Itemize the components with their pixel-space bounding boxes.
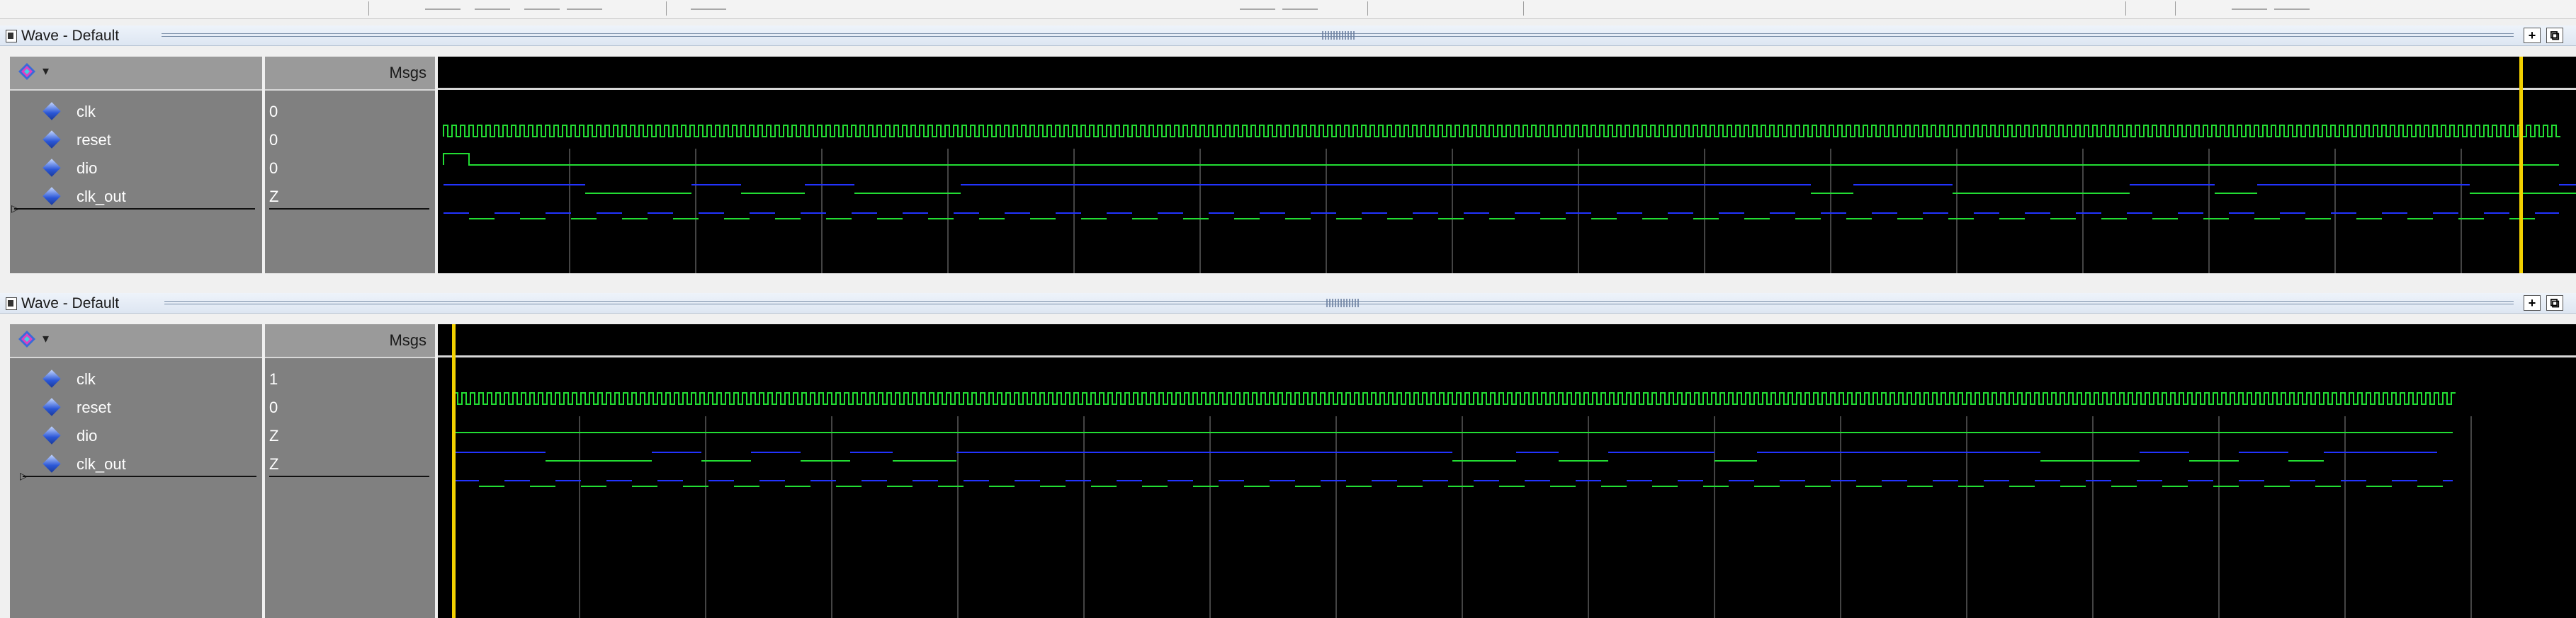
value-row: 1 xyxy=(265,367,435,395)
strip-dash xyxy=(691,8,726,10)
signal-value: Z xyxy=(269,188,279,205)
signal-value: 0 xyxy=(269,159,278,177)
value-row: 0 xyxy=(265,127,435,156)
pane-titlebar[interactable]: Wave - Default + ⧉ xyxy=(0,293,2576,314)
signal-value: Z xyxy=(269,427,279,445)
msgs-label: Msgs xyxy=(389,331,426,349)
strip-divider xyxy=(1523,1,1524,16)
signal-value: 0 xyxy=(269,399,278,416)
signal-row-reset[interactable]: reset xyxy=(10,395,262,423)
signal-name: dio xyxy=(77,159,98,177)
signal-row-dio[interactable]: dio xyxy=(10,156,262,184)
signal-diamond-icon xyxy=(43,454,61,473)
msgs-header: Msgs xyxy=(265,324,435,358)
signal-diamond-icon xyxy=(43,398,61,416)
signal-name: reset xyxy=(77,131,111,149)
signal-row-clk[interactable]: clk xyxy=(10,99,262,127)
names-header: ▾ xyxy=(10,324,262,358)
add-pane-button[interactable]: + xyxy=(2524,295,2541,311)
undock-pane-button[interactable]: ⧉ xyxy=(2546,295,2563,311)
selection-line xyxy=(23,476,256,477)
strip-divider xyxy=(2125,1,2126,16)
time-cursor xyxy=(452,324,456,618)
strip-dash xyxy=(475,8,510,10)
signal-name-column: ▾ clk reset dio clk_out ▷ xyxy=(10,57,262,273)
wave-header-separator xyxy=(438,88,2576,90)
pane-titlebar[interactable]: Wave - Default + ⧉ xyxy=(0,25,2576,46)
signal-name: clk xyxy=(77,370,96,388)
wave-pane-1: Wave - Default + ⧉ ▾ clk reset dio clk_o… xyxy=(0,25,2576,273)
chevron-down-icon[interactable]: ▾ xyxy=(43,331,49,346)
signal-diamond-icon xyxy=(43,102,61,120)
chevron-down-icon[interactable]: ▾ xyxy=(43,64,49,79)
signal-row-clk[interactable]: clk xyxy=(10,367,262,395)
signal-name: clk xyxy=(77,103,96,120)
strip-dash xyxy=(524,8,560,10)
waveform-area[interactable] xyxy=(438,324,2576,618)
strip-dash xyxy=(425,8,461,10)
clk-waveform xyxy=(443,125,2560,137)
pane-title: Wave - Default xyxy=(21,28,120,44)
drag-grip[interactable] xyxy=(1322,31,1356,40)
strip-dash xyxy=(1282,8,1318,10)
strip-divider xyxy=(2175,1,2176,16)
signal-value: 1 xyxy=(269,370,278,388)
signal-name: reset xyxy=(77,399,111,416)
signal-diamond-icon xyxy=(43,187,61,205)
waveform-canvas xyxy=(438,324,2576,618)
time-cursor xyxy=(2519,57,2523,273)
signal-row-dio[interactable]: dio xyxy=(10,423,262,452)
waveform-area[interactable] xyxy=(438,57,2576,273)
undock-pane-button[interactable]: ⧉ xyxy=(2546,28,2563,43)
wave-window-icon xyxy=(6,297,17,310)
signal-diamond-icon xyxy=(43,426,61,445)
signal-name: clk_out xyxy=(77,455,126,473)
signal-name: clk_out xyxy=(77,188,126,205)
selection-line xyxy=(14,208,255,210)
value-row: 0 xyxy=(265,395,435,423)
add-pane-button[interactable]: + xyxy=(2524,28,2541,43)
strip-dash xyxy=(1240,8,1275,10)
msgs-column: Msgs 0 0 0 Z xyxy=(265,57,435,273)
names-header: ▾ xyxy=(10,57,262,91)
strip-dash xyxy=(567,8,602,10)
signal-diamond-icon xyxy=(43,370,61,388)
msgs-label: Msgs xyxy=(389,64,426,81)
selection-line xyxy=(269,476,429,477)
selection-line xyxy=(269,208,429,210)
waveform-canvas xyxy=(438,57,2576,273)
strip-divider xyxy=(368,1,369,16)
pane-title: Wave - Default xyxy=(21,295,120,311)
signal-diamond-icon xyxy=(43,130,61,149)
signal-value: 0 xyxy=(269,103,278,120)
signal-diamond-icon xyxy=(43,159,61,177)
signal-group-dropdown-icon[interactable] xyxy=(17,329,37,349)
msgs-column: Msgs 1 0 Z Z xyxy=(265,324,435,618)
msgs-header: Msgs xyxy=(265,57,435,91)
signal-name-column: ▾ clk reset dio clk_out ▷ xyxy=(10,324,262,618)
wave-header-separator xyxy=(438,355,2576,357)
strip-divider xyxy=(1367,1,1368,16)
value-row: 0 xyxy=(265,156,435,184)
clk-waveform xyxy=(453,392,2456,405)
drag-grip[interactable] xyxy=(1326,299,1360,307)
signal-row-reset[interactable]: reset xyxy=(10,127,262,156)
strip-dash xyxy=(2274,8,2310,10)
signal-value: Z xyxy=(269,455,279,473)
value-row: 0 xyxy=(265,99,435,127)
value-row: Z xyxy=(265,423,435,452)
wave-window-icon xyxy=(6,30,17,42)
strip-dash xyxy=(2232,8,2267,10)
signal-name: dio xyxy=(77,427,98,445)
wave-pane-2: Wave - Default + ⧉ ▾ clk reset dio clk_o… xyxy=(0,293,2576,618)
signal-value: 0 xyxy=(269,131,278,149)
previous-pane-strip xyxy=(0,0,2576,19)
reset-waveform xyxy=(443,153,2559,166)
signal-group-dropdown-icon[interactable] xyxy=(17,62,37,81)
strip-divider xyxy=(666,1,667,16)
